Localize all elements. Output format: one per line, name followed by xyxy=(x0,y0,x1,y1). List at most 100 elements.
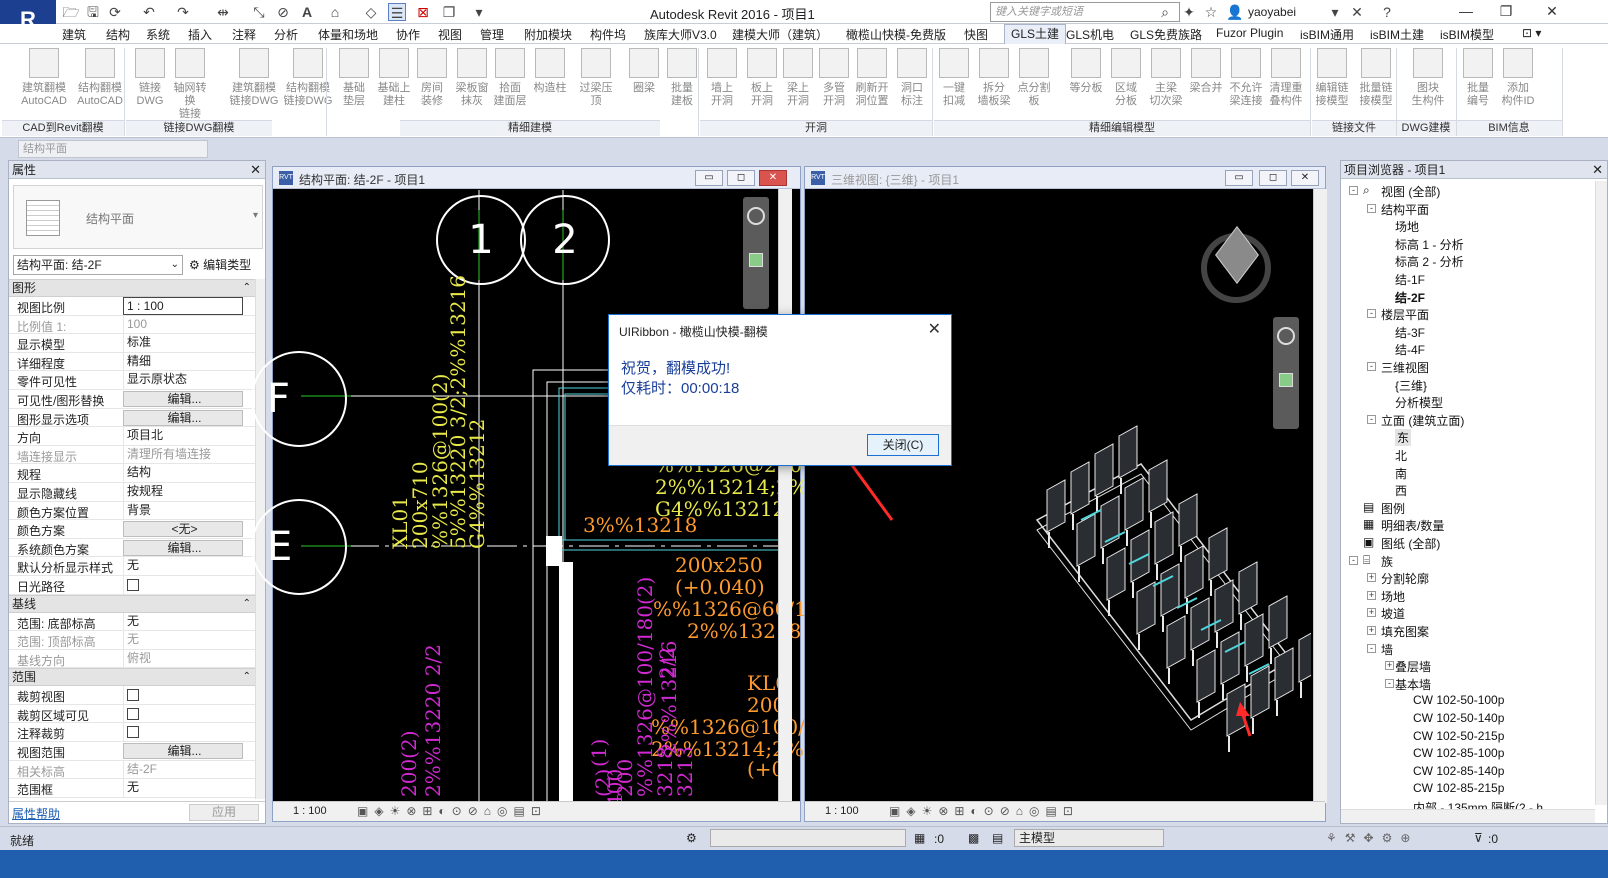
maximize-button[interactable]: ◻ xyxy=(1259,170,1287,186)
property-value[interactable]: 按规程 xyxy=(123,482,243,501)
ribbon-tab-5[interactable]: 分析 xyxy=(274,26,298,43)
close-icon[interactable]: ✕ xyxy=(250,161,261,179)
model-selector[interactable]: 主模型 xyxy=(1014,829,1164,847)
tag-icon[interactable]: ⊘ xyxy=(274,3,292,21)
ribbon-button-0[interactable]: 建筑翻模 AutoCAD xyxy=(18,48,70,120)
ribbon-tab-9[interactable]: 管理 xyxy=(480,26,504,43)
ribbon-tab-13[interactable]: 建模大师（建筑） xyxy=(732,26,828,43)
zoom-icon[interactable] xyxy=(1279,373,1293,387)
ribbon-group-label[interactable]: DWG建模 xyxy=(1396,120,1456,136)
ribbon-tab-20[interactable]: isBIM通用 xyxy=(1300,26,1354,43)
filter-icon[interactable]: ⊽ xyxy=(1474,831,1483,845)
close-icon[interactable]: ✕ xyxy=(1592,161,1603,179)
sync-icon[interactable]: ⟳ xyxy=(106,3,124,21)
ribbon-tab-4[interactable]: 注释 xyxy=(232,26,256,43)
ribbon-tab-7[interactable]: 协作 xyxy=(396,26,420,43)
ribbon-group-label[interactable]: 精细编辑模型 xyxy=(934,120,1310,136)
thin-lines-icon[interactable]: ☰ xyxy=(388,3,406,21)
open-icon[interactable]: 🗁 xyxy=(62,3,80,21)
ribbon-button-9[interactable]: 梁板窗 抹灰 xyxy=(452,48,492,120)
workset-icon[interactable]: ⚙ xyxy=(686,831,697,845)
browser-node-26[interactable]: 墙 xyxy=(1381,641,1393,658)
property-section[interactable]: 范围 ⌃ xyxy=(9,668,257,687)
minimize-button[interactable]: ▭ xyxy=(1225,170,1253,186)
view-scale[interactable]: 1 : 100 xyxy=(293,805,327,817)
property-value[interactable]: 编辑... xyxy=(123,409,243,426)
property-value[interactable]: 结构 xyxy=(123,464,243,482)
ribbon-button-34[interactable]: 添加 构件ID xyxy=(1498,48,1538,120)
browser-node-9[interactable]: 结-4F xyxy=(1395,341,1425,358)
ribbon-button-33[interactable]: 批量 编号 xyxy=(1458,48,1498,120)
browser-node-19[interactable]: 明细表/数量 xyxy=(1381,517,1444,534)
collapse-icon[interactable]: - xyxy=(1349,555,1358,565)
ribbon-button-10[interactable]: 拾面 建面层 xyxy=(490,48,530,120)
navigation-bar[interactable] xyxy=(743,197,769,309)
collapse-icon[interactable]: - xyxy=(1385,678,1394,688)
property-value[interactable]: 编辑... xyxy=(123,390,243,407)
property-value[interactable]: 背景 xyxy=(123,501,243,520)
property-value[interactable]: 编辑... xyxy=(123,743,243,760)
ribbon-button-2[interactable]: 链接 DWG xyxy=(130,48,170,120)
browser-node-3[interactable]: 标高 1 - 分析 xyxy=(1395,236,1464,253)
collapse-icon[interactable]: ⌃ xyxy=(243,280,251,296)
redo-icon[interactable]: ↷ xyxy=(174,3,192,21)
browser-node-23[interactable]: 场地 xyxy=(1381,588,1405,605)
ribbon-button-23[interactable]: 点分割板 xyxy=(1014,48,1054,120)
close-hidden-icon[interactable]: ⊠ xyxy=(414,3,432,21)
ribbon-group-label[interactable]: 链接DWG翻模 xyxy=(126,120,272,136)
ribbon-button-19[interactable]: 刷新开 洞位置 xyxy=(852,48,892,120)
browser-horizontal-scrollbar[interactable] xyxy=(1341,809,1595,823)
ribbon-button-28[interactable]: 不允许 梁连接 xyxy=(1226,48,1266,120)
view-control-icons[interactable]: ▣◈☀⊗⊞◐⊙⊘⌂◎▤⊡ xyxy=(357,804,547,818)
ribbon-button-6[interactable]: 基础 垫层 xyxy=(334,48,374,120)
ribbon-button-18[interactable]: 多管 开洞 xyxy=(814,48,854,120)
browser-node-20[interactable]: 图纸 (全部) xyxy=(1381,535,1440,552)
ribbon-button-11[interactable]: 构造柱 xyxy=(530,48,570,120)
ribbon-tab-18[interactable]: GLS免费族路 xyxy=(1130,26,1202,43)
browser-node-31[interactable]: CW 102-50-215p xyxy=(1413,729,1504,743)
checkbox[interactable] xyxy=(127,726,139,739)
ribbon-button-24[interactable]: 等分板 xyxy=(1066,48,1106,120)
close-button[interactable]: ✕ xyxy=(1291,170,1319,186)
browser-node-24[interactable]: 坡道 xyxy=(1381,605,1405,622)
browser-node-10[interactable]: 三维视图 xyxy=(1381,359,1429,376)
minimize-button[interactable]: ▭ xyxy=(695,170,723,186)
browser-node-7[interactable]: 楼层平面 xyxy=(1381,306,1429,323)
ribbon-tab-16[interactable]: GLS土建 xyxy=(1004,24,1067,44)
ribbon-button-15[interactable]: 墙上 开洞 xyxy=(702,48,742,120)
ribbon-button-3[interactable]: 轴网转换链接DWG xyxy=(170,48,210,133)
checkbox[interactable] xyxy=(127,707,139,720)
collapse-icon[interactable]: ⌃ xyxy=(243,596,251,612)
navigation-bar[interactable] xyxy=(1273,317,1299,429)
help-icon[interactable]: ? xyxy=(1378,3,1396,21)
browser-node-21[interactable]: 族 xyxy=(1381,553,1393,570)
property-value[interactable]: 显示原状态 xyxy=(123,371,243,389)
view-control-icons[interactable]: ▣◈☀⊗⊞◐⊙⊘⌂◎▤⊡ xyxy=(889,804,1079,818)
property-value[interactable]: 标准 xyxy=(123,334,243,352)
browser-node-2[interactable]: 场地 xyxy=(1395,218,1419,235)
dimension-icon[interactable]: ⤡ xyxy=(250,3,268,21)
ribbon-tab-11[interactable]: 构件坞 xyxy=(590,26,626,43)
ribbon-tab-21[interactable]: isBIM土建 xyxy=(1370,26,1424,43)
ribbon-tab-19[interactable]: Fuzor Plugin xyxy=(1216,26,1283,40)
browser-vertical-scrollbar[interactable] xyxy=(1595,181,1607,805)
maximize-button[interactable]: ◻ xyxy=(727,170,755,186)
ribbon-group-label[interactable]: 开洞 xyxy=(700,120,932,136)
ribbon-button-31[interactable]: 批量链 接模型 xyxy=(1356,48,1396,120)
ribbon-button-12[interactable]: 过梁压顶 xyxy=(576,48,616,120)
ribbon-button-1[interactable]: 结构翻模 AutoCAD xyxy=(74,48,126,120)
edit-type-button[interactable]: ⚙ 编辑类型 xyxy=(189,255,251,275)
chevron-down-icon[interactable]: ▾ xyxy=(253,210,258,221)
ribbon-button-8[interactable]: 房间 装修 xyxy=(412,48,452,120)
section-icon[interactable]: ◇ xyxy=(362,3,380,21)
browser-node-30[interactable]: CW 102-50-140p xyxy=(1413,711,1504,725)
browser-node-6[interactable]: 结-2F xyxy=(1395,289,1425,306)
property-value[interactable]: 项目北 xyxy=(123,427,243,445)
ribbon-button-20[interactable]: 洞口 标注 xyxy=(892,48,932,120)
ribbon-tab-2[interactable]: 系统 xyxy=(146,26,170,43)
collapse-icon[interactable]: - xyxy=(1367,414,1376,424)
checkbox[interactable] xyxy=(127,578,139,591)
collapse-icon[interactable]: ⌃ xyxy=(243,669,251,685)
ribbon-button-13[interactable]: 圈梁 xyxy=(624,48,664,120)
qat-dropdown-icon[interactable]: ▾ xyxy=(470,3,488,21)
